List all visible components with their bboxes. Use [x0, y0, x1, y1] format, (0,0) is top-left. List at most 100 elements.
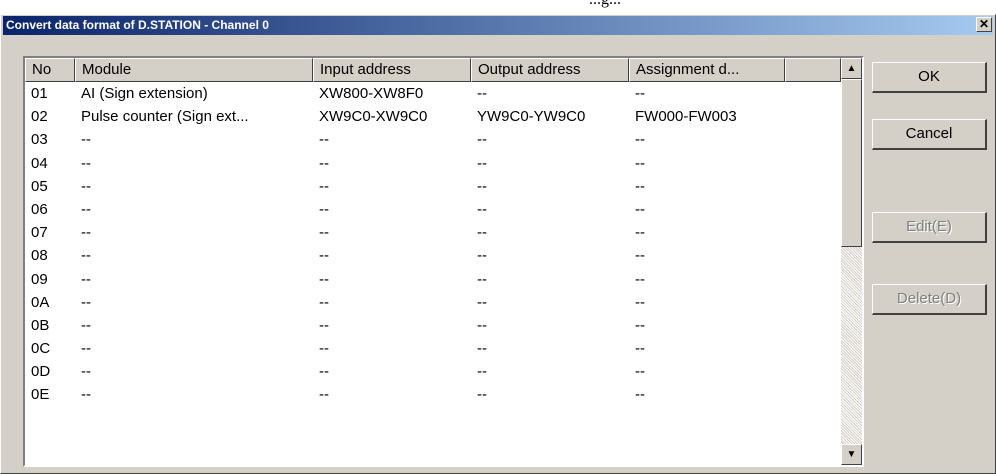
close-icon: ✕	[978, 17, 990, 31]
list-rows: 01 AI (Sign extension) XW800-XW8F0 -- --…	[25, 82, 839, 407]
arrow-down-icon: ▼	[846, 449, 857, 460]
convert-data-format-dialog: Convert data format of D.STATION - Chann…	[0, 14, 996, 474]
cell-module: --	[81, 293, 91, 311]
cell-assignment: --	[635, 200, 645, 218]
table-row[interactable]: 0E -- -- -- --	[25, 383, 839, 406]
cell-input-address: --	[319, 340, 329, 358]
cell-assignment: --	[635, 293, 645, 311]
column-header-assignment[interactable]: Assignment d...	[629, 58, 785, 82]
cell-input-address: --	[319, 200, 329, 218]
table-row[interactable]: 05 -- -- -- --	[25, 175, 839, 198]
column-header-no[interactable]: No	[25, 58, 75, 82]
cell-assignment: FW000-FW003	[635, 108, 737, 126]
page-text-fragment: ...g...	[565, 0, 645, 9]
cell-input-address: --	[319, 224, 329, 242]
cell-module: --	[81, 247, 91, 265]
cell-output-address: --	[477, 131, 487, 149]
cell-no: 0C	[31, 340, 51, 358]
cell-no: 06	[31, 200, 48, 218]
table-row[interactable]: 09 -- -- -- --	[25, 268, 839, 291]
cell-assignment: --	[635, 340, 645, 358]
cell-output-address: --	[477, 177, 487, 195]
cell-module: Pulse counter (Sign ext...	[81, 108, 249, 126]
column-header-output-address[interactable]: Output address	[471, 58, 629, 82]
cell-output-address: --	[477, 316, 487, 334]
cell-module: --	[81, 316, 91, 334]
cell-input-address: --	[319, 386, 329, 404]
close-button[interactable]: ✕	[976, 17, 992, 32]
cell-module: --	[81, 386, 91, 404]
cell-module: --	[81, 154, 91, 172]
cell-assignment: --	[635, 154, 645, 172]
column-header-module[interactable]: Module	[75, 58, 313, 82]
cell-no: 05	[31, 177, 48, 195]
cell-module: --	[81, 363, 91, 381]
cell-assignment: --	[635, 224, 645, 242]
table-row[interactable]: 0A -- -- -- --	[25, 291, 839, 314]
cell-output-address: --	[477, 224, 487, 242]
table-row[interactable]: 0C -- -- -- --	[25, 337, 839, 360]
cell-output-address: --	[477, 293, 487, 311]
cell-input-address: --	[319, 293, 329, 311]
cell-input-address: --	[319, 316, 329, 334]
ok-button[interactable]: OK	[872, 62, 987, 93]
cell-assignment: --	[635, 386, 645, 404]
cell-output-address: --	[477, 270, 487, 288]
cell-no: 0A	[31, 293, 50, 311]
cell-module: --	[81, 224, 91, 242]
cell-no: 03	[31, 131, 48, 149]
column-header-input-address[interactable]: Input address	[313, 58, 471, 82]
table-row[interactable]: 0D -- -- -- --	[25, 360, 839, 383]
cell-input-address: --	[319, 363, 329, 381]
cell-no: 0D	[31, 363, 51, 381]
cell-assignment: --	[635, 85, 645, 102]
cell-output-address: --	[477, 154, 487, 172]
edit-button[interactable]: Edit(E)	[872, 212, 987, 243]
cell-output-address: --	[477, 363, 487, 381]
table-row[interactable]: 03 -- -- -- --	[25, 128, 839, 151]
dialog-title: Convert data format of D.STATION - Chann…	[6, 18, 269, 32]
delete-button[interactable]: Delete(D)	[872, 284, 987, 315]
arrow-up-icon: ▲	[846, 63, 857, 74]
table-row[interactable]: 08 -- -- -- --	[25, 244, 839, 267]
scroll-down-button[interactable]: ▼	[841, 444, 862, 465]
table-row[interactable]: 06 -- -- -- --	[25, 198, 839, 221]
cell-output-address: --	[477, 85, 487, 102]
cell-output-address: YW9C0-YW9C0	[477, 108, 586, 126]
cell-output-address: --	[477, 200, 487, 218]
cancel-button[interactable]: Cancel	[872, 119, 987, 150]
table-row[interactable]: 07 -- -- -- --	[25, 221, 839, 244]
scroll-thumb[interactable]	[841, 79, 862, 247]
table-row[interactable]: 04 -- -- -- --	[25, 152, 839, 175]
cell-no: 02	[31, 108, 48, 126]
cell-input-address: --	[319, 177, 329, 195]
cell-module: --	[81, 131, 91, 149]
cell-input-address: XW800-XW8F0	[319, 85, 424, 102]
cell-no: 01	[31, 85, 48, 102]
cell-module: --	[81, 200, 91, 218]
cell-module: --	[81, 177, 91, 195]
cell-no: 08	[31, 247, 48, 265]
cell-input-address: --	[319, 270, 329, 288]
cell-output-address: --	[477, 247, 487, 265]
cell-assignment: --	[635, 177, 645, 195]
cell-assignment: --	[635, 363, 645, 381]
title-bar[interactable]: Convert data format of D.STATION - Chann…	[3, 16, 993, 35]
cell-no: 09	[31, 270, 48, 288]
scroll-up-button[interactable]: ▲	[841, 58, 862, 79]
vertical-scrollbar[interactable]: ▲ ▼	[841, 58, 862, 465]
cell-module: --	[81, 270, 91, 288]
cell-input-address: --	[319, 131, 329, 149]
table-row[interactable]: 01 AI (Sign extension) XW800-XW8F0 -- --	[25, 82, 839, 105]
list-header: No Module Input address Output address A…	[25, 58, 841, 82]
cell-input-address: --	[319, 247, 329, 265]
column-header-empty	[785, 58, 841, 82]
table-row[interactable]: 02 Pulse counter (Sign ext... XW9C0-XW9C…	[25, 105, 839, 128]
table-row[interactable]: 0B -- -- -- --	[25, 314, 839, 337]
cell-no: 0E	[31, 386, 50, 404]
cell-module: --	[81, 340, 91, 358]
module-list-view[interactable]: No Module Input address Output address A…	[23, 56, 864, 467]
page-top-area: ...g...	[0, 0, 996, 14]
cell-output-address: --	[477, 340, 487, 358]
cell-no: 07	[31, 224, 48, 242]
